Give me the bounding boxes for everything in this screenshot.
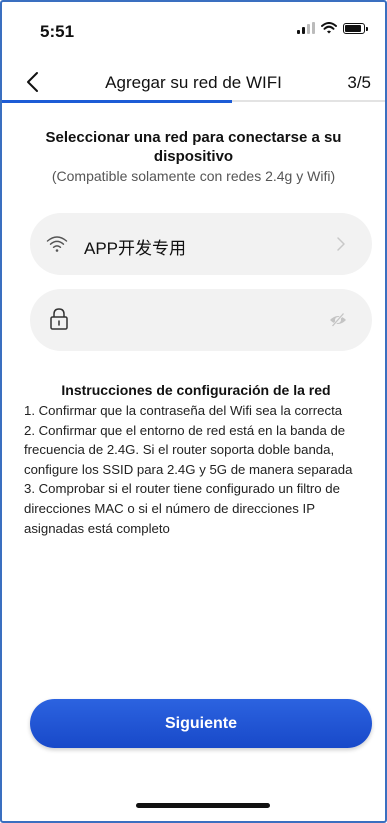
wifi-network-name: APP开发专用 (84, 239, 187, 258)
wifi-status-icon (321, 22, 337, 34)
progress-bar (2, 100, 385, 103)
status-icons (297, 22, 368, 34)
instructions-title: Instrucciones de configuración de la red (61, 382, 331, 398)
home-indicator (136, 803, 270, 808)
wifi-network-selector[interactable]: APP开发专用 (30, 213, 372, 275)
signal-icon (297, 22, 315, 34)
nav-bar: Agregar su red de WIFI 3/5 (2, 62, 385, 102)
instruction-item: 1. Confirmar que la contraseña del Wifi … (24, 403, 343, 418)
status-bar: 5:51 (2, 2, 385, 52)
next-button[interactable]: Siguiente (30, 699, 372, 748)
instructions-section: Instrucciones de configuración de la red… (24, 382, 368, 538)
eye-hidden-icon[interactable] (328, 311, 348, 329)
chevron-right-icon (337, 237, 345, 251)
status-time: 5:51 (40, 22, 75, 41)
section-heading: Seleccionar una red para conectarse a su… (45, 129, 342, 165)
password-input[interactable] (84, 303, 328, 339)
password-field (30, 289, 372, 351)
battery-icon (343, 22, 368, 34)
progress-fill (2, 100, 232, 103)
instruction-item: 2. Confirmar que el entorno de red está … (24, 422, 353, 477)
lock-icon (50, 308, 68, 330)
app-frame: 5:51 Agregar su red de WIFI 3/5 Seleccio… (0, 0, 387, 823)
instruction-item: 3. Comprobar si el router tiene configur… (24, 481, 340, 536)
section-subheading: (Compatible solamente con redes 2.4g y W… (51, 168, 336, 184)
page-title: Agregar su red de WIFI (105, 73, 282, 92)
step-indicator: 3/5 (347, 73, 371, 92)
wifi-icon (46, 236, 68, 252)
